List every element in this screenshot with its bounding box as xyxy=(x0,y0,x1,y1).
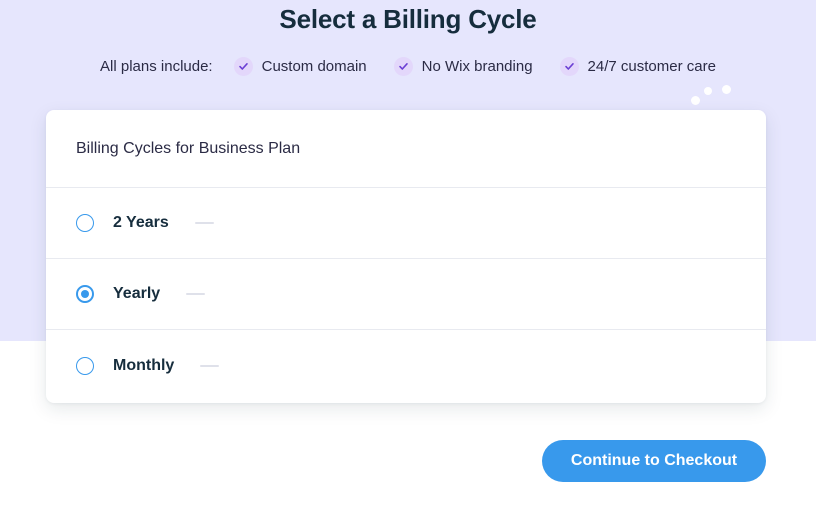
price-placeholder xyxy=(194,222,214,224)
include-item-label: No Wix branding xyxy=(421,58,533,75)
cycle-option-label: Yearly xyxy=(113,285,161,302)
radio-icon[interactable] xyxy=(76,285,94,303)
page-title: Select a Billing Cycle xyxy=(279,4,537,34)
continue-to-checkout-button[interactable]: Continue to Checkout xyxy=(542,440,766,482)
decorative-dot xyxy=(722,85,731,94)
cycle-option-label: Monthly xyxy=(113,356,175,374)
decorative-dot xyxy=(704,87,712,95)
include-item-custom-domain: Custom domain xyxy=(233,57,367,76)
include-item-customer-care: 24/7 customer care xyxy=(559,57,716,76)
includes-label: All plans include: xyxy=(100,58,213,75)
check-icon xyxy=(393,57,413,76)
include-item-label: Custom domain xyxy=(261,58,367,75)
cycle-option-label: 2 Years xyxy=(113,214,169,231)
cycle-option-monthly[interactable]: Monthly xyxy=(46,330,766,401)
price-placeholder xyxy=(186,293,206,295)
decorative-dot xyxy=(691,96,700,105)
check-icon xyxy=(233,57,253,76)
radio-icon[interactable] xyxy=(76,356,94,375)
check-icon xyxy=(559,57,579,76)
cycle-option-yearly[interactable]: Yearly xyxy=(46,259,766,330)
cycle-option-2-years[interactable]: 2 Years xyxy=(46,188,766,259)
plan-includes-strip: All plans include: Custom domain No Wix … xyxy=(0,57,816,76)
billing-cycles-card: Billing Cycles for Business Plan 2 Years… xyxy=(46,110,766,403)
include-item-label: 24/7 customer care xyxy=(587,58,716,75)
radio-icon[interactable] xyxy=(76,214,94,232)
price-placeholder xyxy=(200,364,220,367)
card-header-title: Billing Cycles for Business Plan xyxy=(76,139,301,157)
include-item-no-wix-branding: No Wix branding xyxy=(393,57,533,76)
card-header: Billing Cycles for Business Plan xyxy=(46,110,766,188)
